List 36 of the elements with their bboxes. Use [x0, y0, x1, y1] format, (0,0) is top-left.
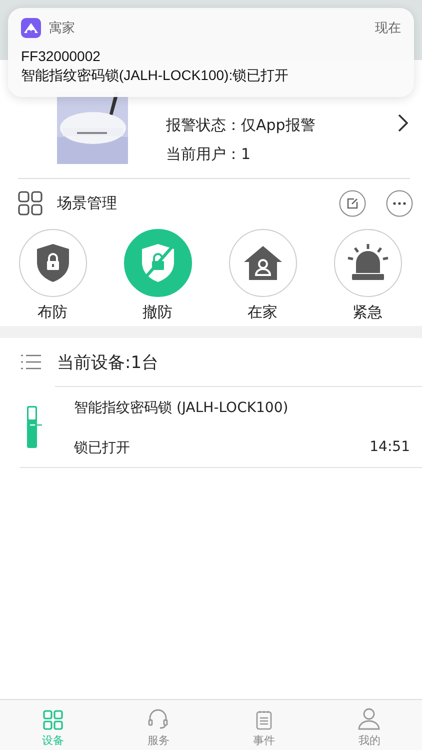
mode-label: 在家 — [248, 303, 278, 322]
info-line: 当前用户：1 — [166, 145, 251, 164]
more-icon[interactable] — [386, 190, 413, 216]
app-icon — [21, 18, 41, 38]
mode-label: 撤防 — [142, 303, 172, 322]
app-name: 寓家 — [49, 20, 76, 37]
grid-icon — [18, 190, 43, 216]
section-title: 当前设备:1台 — [57, 352, 159, 374]
tab[interactable]: 事件 — [211, 700, 316, 750]
info-line: 报警状态：仅App报警 — [166, 116, 316, 135]
notification-title: FF32000002 — [21, 47, 102, 66]
tab[interactable]: 我的 — [316, 700, 422, 750]
notification-card[interactable]: 寓家 现在 FF32000002 智能指纹密码锁(JALH-LOCK100):锁已打开 — [8, 8, 414, 97]
mode-label: 布防 — [38, 303, 68, 322]
door-lock-icon — [26, 405, 42, 449]
person-icon — [358, 708, 380, 730]
shield-lock-icon — [36, 243, 70, 283]
tab[interactable]: 服务 — [106, 700, 211, 750]
section-title: 场景管理 — [57, 194, 118, 212]
list-icon — [21, 354, 41, 370]
device-name: 智能指纹密码锁 (JALH-LOCK100) — [74, 399, 290, 417]
grid-icon — [42, 710, 63, 730]
tab[interactable]: 设备 — [0, 700, 106, 750]
notepad-icon — [256, 710, 272, 730]
house-person-icon — [242, 245, 282, 281]
mode-label: 紧急 — [352, 303, 382, 322]
notification-message: 智能指纹密码锁(JALH-LOCK100):锁已打开 — [21, 66, 290, 85]
event-time: 14:51 — [370, 439, 410, 457]
headset-icon — [148, 708, 168, 730]
device-row[interactable]: 智能指纹密码锁 (JALH-LOCK100) 锁已打开 14:51 — [20, 387, 422, 468]
alarm-light-icon — [346, 243, 390, 283]
shield-unlock-icon — [140, 243, 174, 283]
chevron-right-icon[interactable] — [398, 114, 408, 132]
device-status: 锁已打开 — [74, 439, 130, 457]
notification-time: 现在 — [375, 20, 401, 37]
edit-icon[interactable] — [339, 190, 366, 216]
